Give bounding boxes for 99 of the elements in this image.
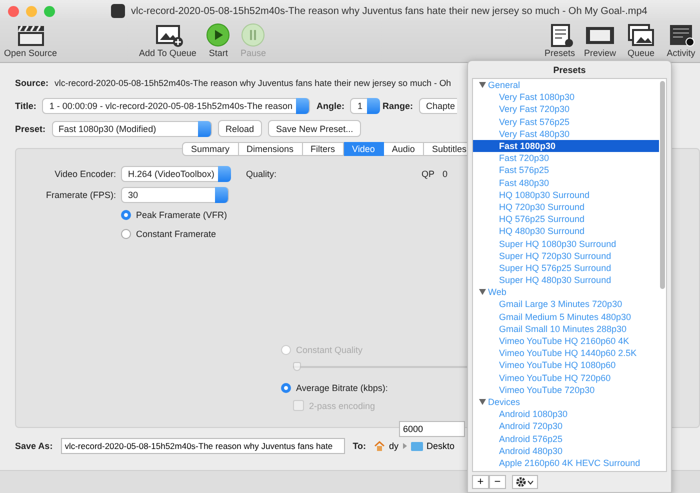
triangle-icon — [402, 443, 407, 449]
toolbar-button[interactable]: Activity — [666, 23, 696, 58]
preset-item[interactable]: Super HQ 720p30 Surround — [473, 250, 659, 262]
to-label: To: — [352, 441, 366, 451]
list-button[interactable]: − — [489, 475, 506, 489]
framerate-label: Framerate (FPS): — [44, 190, 116, 200]
quality-label: Quality: — [246, 169, 277, 179]
folder-icon — [410, 441, 423, 451]
preset-item[interactable]: Super HQ 1080p30 Surround — [473, 237, 659, 250]
preset-item[interactable]: Fast 1080p30 — [473, 140, 659, 152]
qp-value: 0 — [442, 169, 448, 179]
preset-item[interactable]: HQ 480p30 Surround — [473, 225, 659, 238]
preset-item[interactable]: HQ 576p25 Surround — [473, 213, 659, 226]
toolbar-label: Presets — [544, 48, 575, 58]
app-icon — [111, 4, 125, 18]
title-dropdown[interactable]: 1 - 00:00:09 - vlc-record-2020-05-08-15h52m40s-The reason — [42, 98, 310, 114]
preset-item[interactable]: Vimeo YouTube 720p30 — [473, 384, 659, 396]
tab[interactable]: Filters — [302, 142, 344, 156]
gear-menu-button[interactable] — [512, 475, 538, 489]
scrollbar[interactable] — [660, 81, 665, 289]
toolbar-button[interactable]: Queue — [625, 23, 657, 58]
encoder-label: Video Encoder: — [54, 169, 116, 179]
preset-item[interactable]: Vimeo YouTube HQ 1080p60 — [473, 359, 659, 372]
toolbar-label: Start — [208, 48, 228, 58]
tab[interactable]: Summary — [182, 142, 239, 156]
zoom-button[interactable] — [44, 6, 55, 16]
preset-item[interactable]: Android 576p25 — [473, 432, 659, 445]
preset-item[interactable]: HQ 720p30 Surround — [473, 200, 659, 214]
preset-item[interactable]: Vimeo YouTube HQ 1440p60 2.5K — [473, 347, 659, 360]
toolbar-label: Open Source — [4, 48, 58, 58]
minimize-button[interactable] — [26, 6, 37, 16]
preset-item[interactable]: Very Fast 1080p30 — [473, 91, 659, 104]
toolbar-button[interactable]: Presets — [544, 23, 575, 58]
range-label: Range: — [382, 100, 413, 110]
preset-item[interactable]: Apple 2160p60 4K HEVC Surround — [473, 456, 659, 469]
toolbar-label: Pause — [240, 48, 266, 58]
close-button[interactable] — [8, 6, 19, 16]
bitrate-field[interactable]: 6000 — [399, 421, 465, 437]
tab[interactable]: Dimensions — [238, 142, 303, 156]
preset-item[interactable]: Fast 720p30 — [473, 152, 659, 164]
encoder-dropdown[interactable]: H.264 (VideoToolbox) — [121, 166, 229, 182]
preset-dropdown[interactable]: Fast 1080p30 (Modified) — [52, 120, 212, 136]
radio-button[interactable]: Average Bitrate (kbps): — [281, 380, 388, 396]
toolbar-button[interactable]: Open Source — [4, 23, 58, 58]
toolbar-label: Preview — [584, 48, 616, 58]
preset-item[interactable]: Very Fast 576p25 — [473, 116, 659, 128]
preset-group[interactable]: Web — [473, 286, 506, 298]
save-as-field[interactable]: vlc-record-2020-05-08-15h52m40s-The reason why Juventus fans hate — [60, 438, 345, 454]
angle-label: Angle: — [316, 100, 344, 110]
home-icon — [374, 441, 386, 451]
toolbar-label: Queue — [627, 48, 655, 58]
path-item[interactable]: dy — [389, 441, 399, 451]
toolbar-button[interactable]: Add To Queue — [139, 23, 196, 58]
save-as-label: Save As: — [15, 441, 53, 451]
radio-button[interactable]: Constant Framerate — [121, 226, 246, 242]
title-label: Title: — [15, 100, 36, 110]
disclosure-triangle-icon — [479, 289, 486, 296]
preset-item[interactable]: Fast 480p30 — [473, 176, 659, 189]
disclosure-triangle-icon — [479, 82, 486, 88]
preset-item[interactable]: Android 480p30 — [473, 444, 659, 457]
tab[interactable]: Audio — [384, 142, 424, 156]
preset-item[interactable]: Android 720p30 — [473, 420, 659, 432]
preset-item[interactable]: Gmail Large 3 Minutes 720p30 — [473, 298, 659, 311]
preset-item[interactable]: Super HQ 480p30 Surround — [473, 274, 659, 286]
preset-item[interactable]: Android 1080p30 — [473, 408, 659, 420]
preset-button[interactable]: Reload — [218, 120, 262, 137]
toolbar-label: Activity — [666, 48, 696, 58]
preset-label: Preset: — [15, 124, 46, 134]
source-label: Source: — [15, 78, 49, 88]
disclosure-triangle-icon — [479, 398, 486, 405]
stacked-pictures-icon — [625, 23, 657, 47]
preset-item[interactable]: HQ 1080p30 Surround — [473, 188, 659, 201]
list-button[interactable]: + — [472, 475, 489, 489]
toolbar-button[interactable]: Start — [206, 23, 230, 58]
pause-icon — [241, 23, 266, 47]
qp-label: QP — [422, 169, 435, 179]
window-title: vlc-record-2020-05-08-15h52m40s-The reason why Juventus fans hate their new jersey so much - Oh My Goal-.mp4 — [131, 6, 648, 16]
path-item[interactable]: Deskto — [426, 441, 455, 451]
toolbar-button[interactable]: Preview — [584, 23, 616, 58]
preset-group[interactable]: General — [473, 79, 520, 92]
preset-item[interactable]: Vimeo YouTube HQ 2160p60 4K — [473, 334, 659, 348]
preset-button[interactable]: Save New Preset... — [268, 120, 362, 137]
source-value: vlc-record-2020-05-08-15h52m40s-The reason why Juventus fans hate their new jersey so much - Oh — [54, 78, 452, 88]
range-dropdown[interactable]: Chapte — [419, 98, 458, 114]
settings-icon — [516, 477, 534, 487]
preset-item[interactable]: Super HQ 576p25 Surround — [473, 262, 659, 274]
framerate-dropdown[interactable]: 30 — [121, 187, 229, 203]
popover-title: Presets — [552, 64, 587, 77]
preset-item[interactable]: Very Fast 720p30 — [473, 103, 659, 116]
play-icon — [206, 23, 230, 47]
preset-item[interactable]: Gmail Medium 5 Minutes 480p30 — [473, 310, 659, 323]
toolbar-label: Add To Queue — [139, 48, 196, 58]
preset-item[interactable]: Very Fast 480p30 — [473, 128, 659, 140]
radio-button[interactable]: Peak Framerate (VFR) — [121, 207, 246, 223]
preset-item[interactable]: Vimeo YouTube HQ 720p60 — [473, 372, 659, 384]
preset-item[interactable]: Gmail Small 10 Minutes 288p30 — [473, 322, 659, 335]
preset-item[interactable]: Fast 576p25 — [473, 164, 659, 176]
preset-group[interactable]: Devices — [473, 396, 520, 408]
tab[interactable]: Video — [344, 142, 384, 156]
